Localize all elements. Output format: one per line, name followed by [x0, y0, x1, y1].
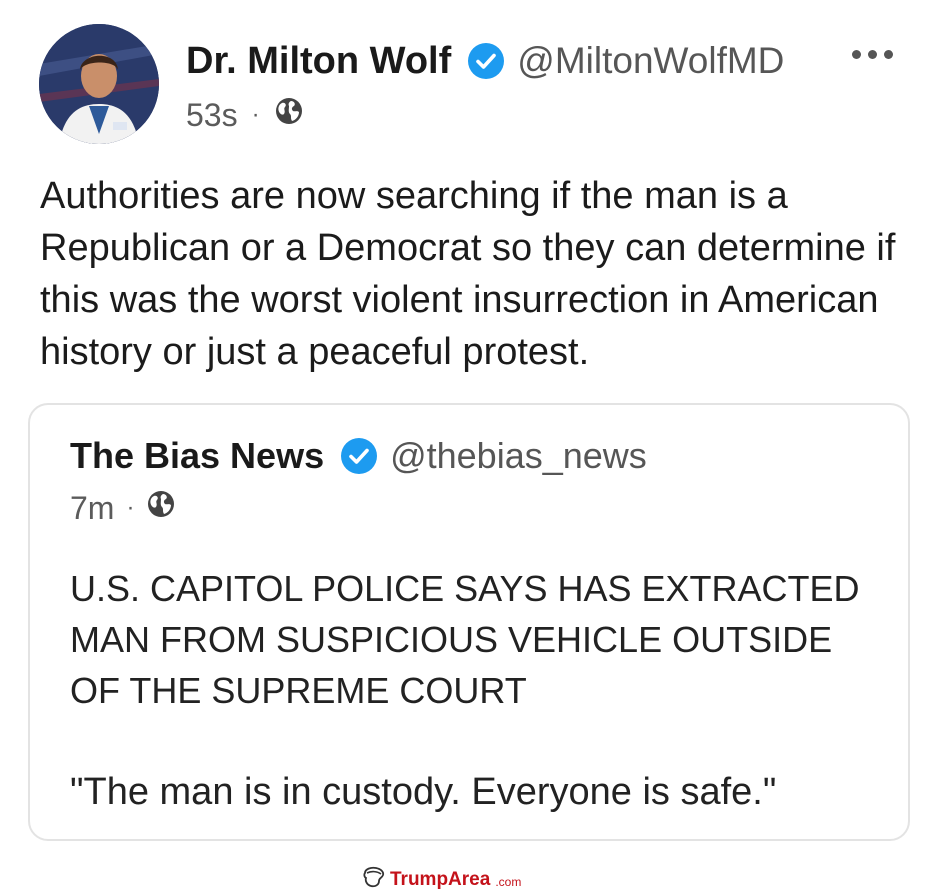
meta-separator: · — [251, 101, 260, 128]
quote-timestamp[interactable]: 7m — [70, 490, 114, 527]
avatar[interactable] — [39, 24, 159, 144]
post-author-row: Dr. Milton Wolf @MiltonWolfMD — [186, 38, 784, 84]
more-dot — [868, 50, 877, 59]
post-author-handle[interactable]: @MiltonWolfMD — [517, 40, 784, 82]
quote-text: U.S. CAPITOL POLICE SAYS HAS EXTRACTED M… — [70, 568, 860, 711]
globe-icon — [274, 96, 304, 134]
quote-meta-row: 7m · — [70, 489, 176, 527]
post-meta-row: 53s · — [186, 96, 304, 134]
more-options-icon[interactable] — [852, 50, 893, 59]
more-dot — [884, 50, 893, 59]
globe-icon — [146, 489, 176, 527]
meta-separator: · — [126, 494, 135, 521]
quote-author-handle[interactable]: @thebias_news — [390, 435, 647, 477]
quote-author-name[interactable]: The Bias News — [70, 435, 324, 477]
verified-badge-icon — [340, 437, 378, 475]
watermark-brand: TrumpArea — [390, 868, 491, 890]
watermark: TrumpArea .com — [362, 866, 521, 893]
more-dot — [852, 50, 861, 59]
quote-author-row: The Bias News @thebias_news — [70, 435, 647, 477]
post-text: Authorities are now searching if the man… — [40, 175, 896, 373]
trumparea-logo-icon — [362, 866, 386, 893]
quoted-tweet-card[interactable]: The Bias News @thebias_news 7m · U.S. CA… — [28, 403, 910, 841]
verified-badge-icon — [467, 42, 505, 80]
watermark-suffix: .com — [495, 874, 522, 889]
avatar-image — [39, 24, 159, 144]
post-timestamp[interactable]: 53s — [186, 97, 238, 134]
post-author-name[interactable]: Dr. Milton Wolf — [186, 40, 451, 83]
quote-text-quote: "The man is in custody. Everyone is safe… — [70, 771, 777, 813]
